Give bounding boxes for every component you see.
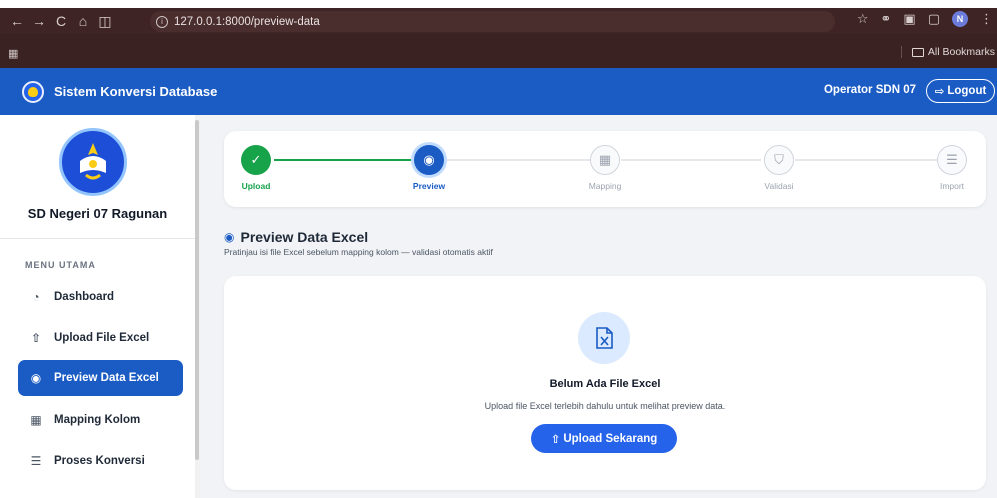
url-text: 127.0.0.1:8000/preview-data: [174, 15, 320, 28]
brand-logo: [22, 80, 44, 103]
step-connector: [795, 159, 937, 161]
upload-icon: ⇧: [550, 433, 561, 446]
empty-state-title: Belum Ada File Excel: [549, 378, 661, 390]
logout-button[interactable]: ⇨ Logout: [926, 79, 995, 103]
step-import: ☰ Import: [922, 145, 982, 191]
step-label: Upload: [241, 181, 271, 191]
bookmark-star-icon[interactable]: ☆: [857, 11, 869, 27]
sidebar-scrollbar-thumb[interactable]: [195, 120, 199, 460]
home-icon[interactable]: ⌂: [72, 13, 94, 29]
menu-section-title: MENU UTAMA: [25, 260, 96, 270]
logout-label: Logout: [947, 85, 987, 97]
step-connector: [621, 159, 761, 161]
step-label: Mapping: [588, 181, 622, 191]
table-icon: ▦: [590, 145, 620, 175]
all-bookmarks-label: All Bookmarks: [927, 46, 995, 58]
all-bookmarks-button[interactable]: All Bookmarks: [900, 46, 995, 58]
split-view-icon[interactable]: ◫: [94, 13, 116, 30]
sidebar-item-konversi[interactable]: ☰ Proses Konversi: [18, 443, 183, 479]
address-bar[interactable]: i 127.0.0.1:8000/preview-data: [150, 11, 835, 32]
sidebar-item-label: Dashboard: [54, 291, 115, 303]
school-name: SD Negeri 07 Ragunan: [27, 206, 168, 221]
browser-toolbar: ← → C ⌂ ◫ i 127.0.0.1:8000/preview-data …: [0, 8, 997, 34]
forward-icon[interactable]: →: [28, 13, 50, 29]
reading-list-icon[interactable]: ▢: [928, 11, 940, 27]
sidebar-divider: [0, 238, 195, 239]
step-connector-done: [274, 159, 412, 161]
eye-icon: ◉: [414, 145, 444, 175]
app-title: Sistem Konversi Database: [54, 84, 218, 99]
step-label: Import: [939, 181, 965, 191]
page-subtitle: Pratinjau isi file Excel sebelum mapping…: [224, 247, 493, 257]
step-mapping: ▦ Mapping: [575, 145, 635, 191]
menu-dots-icon[interactable]: ⋮: [980, 11, 993, 27]
progress-stepper: ✓ Upload ◉ Preview ▦ Mapping ⛉ Validasi …: [224, 131, 986, 207]
page-title: ◉ Preview Data Excel: [224, 229, 368, 245]
sidebar-item-dashboard[interactable]: ◔ Dashboard: [18, 279, 183, 315]
eye-icon: ◉: [30, 371, 42, 385]
eye-icon: ◉: [224, 230, 235, 244]
profile-avatar[interactable]: N: [952, 11, 968, 27]
step-label: Validasi: [764, 181, 794, 191]
sidebar-item-label: Upload File Excel: [54, 332, 150, 344]
school-logo: [59, 128, 127, 196]
sidebar-item-label: Preview Data Excel: [54, 372, 159, 384]
app-header: Sistem Konversi Database Operator SDN 07…: [0, 68, 997, 115]
step-validasi: ⛉ Validasi: [749, 145, 809, 191]
step-upload: ✓ Upload: [226, 145, 286, 191]
apps-grid-icon[interactable]: ▦: [8, 47, 18, 60]
back-icon[interactable]: ←: [6, 13, 28, 29]
sidebar-item-preview[interactable]: ◉ Preview Data Excel: [18, 360, 183, 396]
operator-label: Operator SDN 07: [823, 84, 916, 96]
sidebar-item-label: Mapping Kolom: [54, 414, 141, 426]
check-icon: ✓: [241, 145, 271, 175]
sidebar-item-label: Proses Konversi: [54, 455, 145, 467]
upload-now-label: Upload Sekarang: [563, 432, 658, 445]
step-preview: ◉ Preview: [399, 145, 459, 191]
sidebar-item-upload[interactable]: ⇧ Upload File Excel: [18, 320, 183, 356]
site-info-icon[interactable]: i: [156, 15, 168, 28]
database-icon: ☰: [937, 145, 967, 175]
bookmarks-bar: ▦ All Bookmarks: [0, 40, 997, 66]
shield-icon: ⛉: [764, 145, 794, 175]
table-icon: ▦: [30, 413, 42, 427]
upload-now-button[interactable]: ⇧ Upload Sekarang: [531, 424, 677, 453]
excel-file-icon: [578, 312, 630, 364]
browser-actions: ☆ ⚭ ▣ ▢ N ⋮: [857, 11, 993, 27]
step-label: Preview: [412, 181, 446, 191]
folder-icon: [911, 47, 924, 57]
sidebar-item-mapping[interactable]: ▦ Mapping Kolom: [18, 402, 183, 438]
empty-state-description: Upload file Excel terlebih dahulu untuk …: [484, 401, 726, 411]
logout-icon: ⇨: [934, 86, 945, 98]
page-title-text: Preview Data Excel: [240, 229, 369, 245]
step-connector: [445, 159, 590, 161]
dashboard-icon: ◔: [32, 290, 40, 304]
empty-state-card: Belum Ada File Excel Upload file Excel t…: [224, 276, 986, 490]
link-icon[interactable]: ⚭: [881, 11, 892, 27]
database-icon: ☰: [30, 454, 42, 468]
translate-icon[interactable]: ▣: [903, 11, 915, 27]
reload-icon[interactable]: C: [50, 13, 72, 29]
upload-icon: ⇧: [30, 331, 42, 345]
